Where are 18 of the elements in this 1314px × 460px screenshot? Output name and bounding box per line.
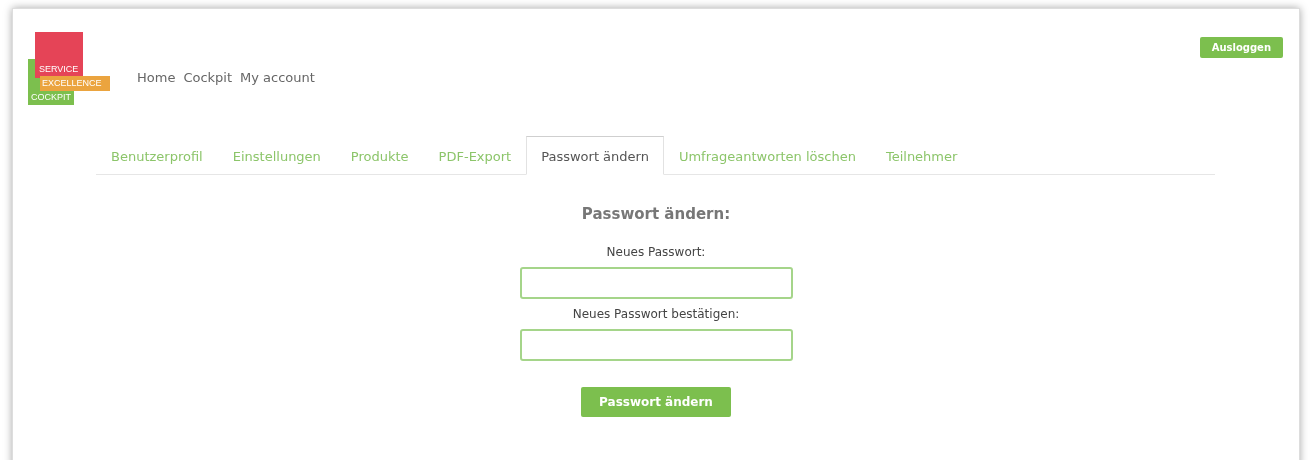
password-field[interactable] <box>519 329 793 361</box>
submit-button[interactable]: Passwort ändern <box>581 387 731 417</box>
password-field[interactable] <box>519 267 793 299</box>
tab[interactable]: Umfrageantworten löschen <box>663 136 871 175</box>
logout-button[interactable]: Ausloggen <box>1199 37 1283 58</box>
form-heading: Passwort ändern: <box>581 205 731 223</box>
field-label: Neues Passwort: <box>606 245 706 259</box>
tab[interactable]: Produkte <box>335 136 424 175</box>
nav-link[interactable]: Cockpit <box>183 70 233 85</box>
tab[interactable]: Passwort ändern <box>526 136 664 175</box>
logo-drawing: SERVICE EXCELLENCE COCKPIT <box>28 32 110 106</box>
nav-link[interactable]: My account <box>240 70 315 85</box>
tab[interactable]: Benutzerprofil <box>96 136 218 175</box>
field-label: Neues Passwort bestätigen: <box>572 307 740 321</box>
tab[interactable]: Teilnehmer <box>870 136 973 175</box>
tab[interactable]: Einstellungen <box>217 136 336 175</box>
tab[interactable]: PDF-Export <box>423 136 527 175</box>
nav-link[interactable]: Home <box>137 70 176 85</box>
